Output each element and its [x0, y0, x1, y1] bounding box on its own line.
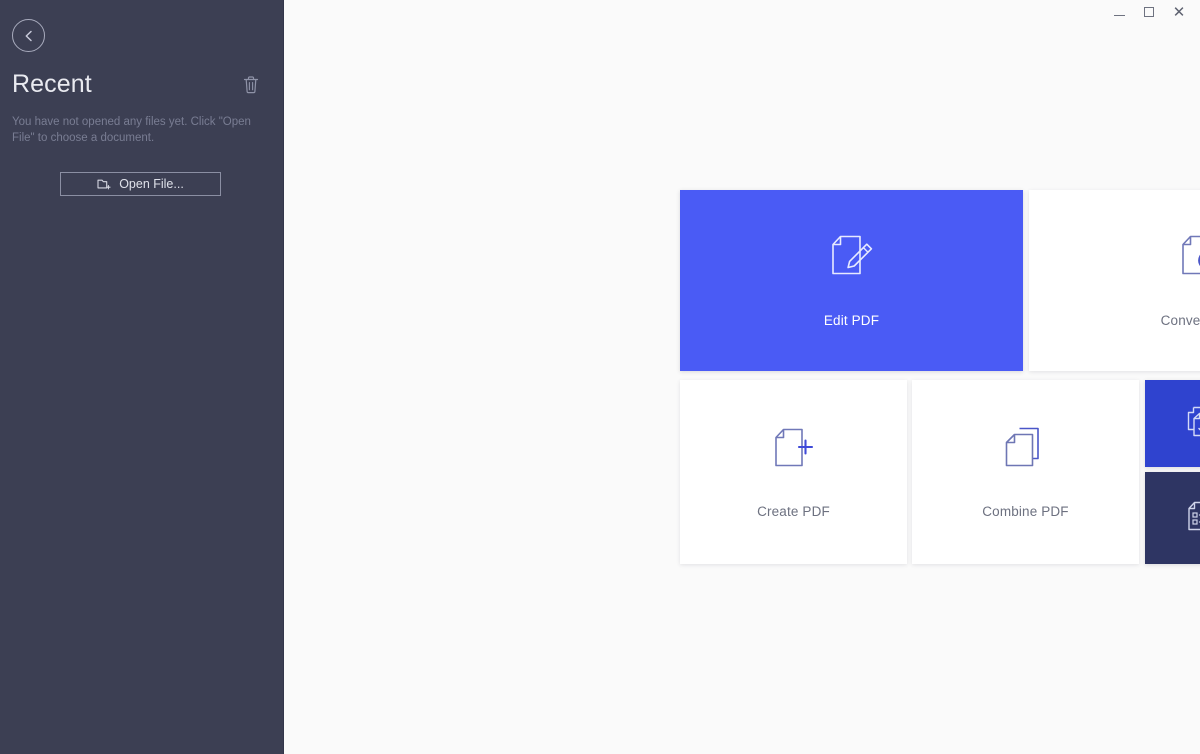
empty-state-message: You have not opened any files yet. Click…: [12, 116, 251, 144]
tile-label: Convert PDF: [1160, 313, 1200, 328]
open-file-button[interactable]: Open File...: [60, 172, 221, 196]
document-list-icon: [1183, 499, 1200, 537]
close-icon: ✕: [1172, 3, 1186, 21]
tile-batch-process[interactable]: Batch Process: [1145, 380, 1200, 467]
main-content: ✕ Edit PDF Conve Create PDF Combine PDF: [284, 0, 1200, 754]
clear-recent-button[interactable]: [241, 74, 261, 96]
back-button[interactable]: [12, 19, 45, 52]
sidebar: Recent You have not opened any files yet…: [0, 0, 284, 754]
tile-label: Combine PDF: [982, 503, 1069, 519]
document-refresh-icon: [1177, 233, 1200, 285]
trash-icon: [241, 74, 261, 96]
maximize-button[interactable]: [1134, 0, 1164, 24]
tile-pdf-templates[interactable]: PDF Templates: [1145, 472, 1200, 564]
documents-stack-icon: [1003, 426, 1049, 476]
tile-label: Edit PDF: [823, 313, 880, 328]
window-controls: ✕: [1104, 0, 1194, 24]
tile-edit-pdf[interactable]: Edit PDF: [680, 190, 1023, 371]
folder-open-icon: [97, 177, 112, 191]
minimize-button[interactable]: [1104, 0, 1134, 24]
page-title: Recent: [12, 70, 92, 98]
chevron-left-icon: [22, 29, 36, 43]
app-window: Recent You have not opened any files yet…: [0, 0, 1200, 754]
maximize-icon: [1144, 7, 1154, 17]
open-file-label: Open File...: [119, 177, 184, 191]
tile-label: Create PDF: [757, 503, 830, 519]
tile-convert-pdf[interactable]: Convert PDF: [1029, 190, 1200, 371]
close-button[interactable]: ✕: [1164, 0, 1194, 24]
tile-create-pdf[interactable]: Create PDF: [680, 380, 907, 564]
minimize-icon: [1113, 14, 1125, 16]
document-pencil-icon: [828, 233, 876, 285]
tile-combine-pdf[interactable]: Combine PDF: [912, 380, 1139, 564]
documents-check-icon: [1183, 405, 1200, 443]
document-plus-icon: [771, 426, 817, 476]
action-tile-grid: Edit PDF Convert PDF: [680, 190, 1200, 564]
